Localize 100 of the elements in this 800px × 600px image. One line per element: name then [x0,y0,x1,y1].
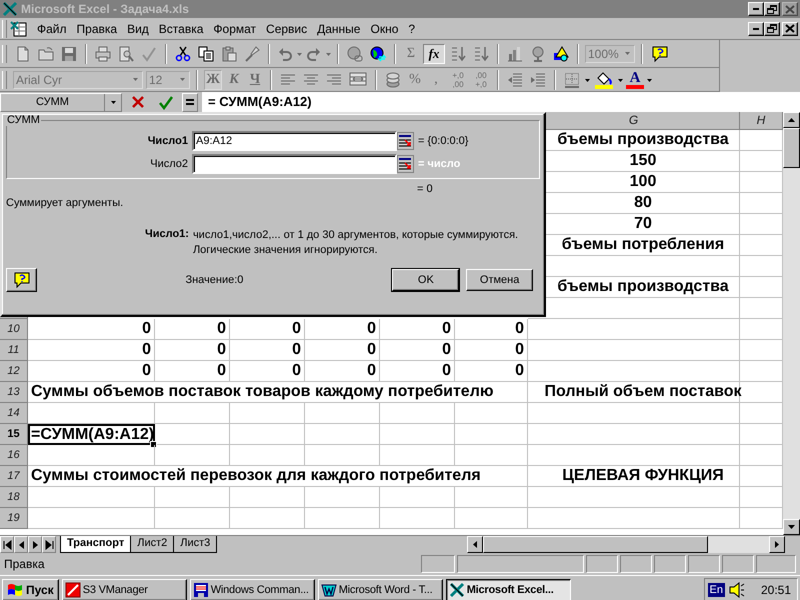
argument-field[interactable]: A9:A12 [192,131,397,151]
ok-button[interactable]: OK [392,269,460,291]
row-header[interactable]: 13 [0,382,28,403]
sheet-nav-button[interactable] [28,536,42,553]
restore-icon [766,4,778,14]
scroll-up-button[interactable] [783,112,800,128]
scroll-thumb[interactable] [783,128,800,168]
table-cell: 0 [28,340,155,361]
menu-item[interactable]: Файл [32,22,72,36]
status-panel [586,555,618,573]
table-cell: 0 [455,319,528,340]
formula-field[interactable]: = СУММ(A9:A12) [202,92,800,112]
close-icon [784,4,796,14]
fill-color-icon[interactable] [595,70,613,88]
caret-icon [180,78,185,81]
collapse-dialog-icon[interactable] [397,132,414,150]
scroll-down-button[interactable] [783,519,800,535]
scroll-thumb[interactable] [483,536,708,553]
horizontal-scrollbar[interactable] [467,536,785,553]
table-cell: 0 [155,319,230,340]
status-panel [756,555,796,573]
document-icon [320,582,337,598]
sheet-tab[interactable]: Лист2 [130,536,174,553]
edit-formula-button[interactable] [182,92,198,112]
status-text: Правка [4,557,45,571]
language-indicator[interactable]: En [708,582,725,596]
taskbar-button[interactable]: Microsoft Excel... [446,578,571,600]
argument-help-label: Число1: [145,228,189,242]
sheet-tab[interactable]: Лист3 [173,536,218,553]
menu-item[interactable]: Вставка [154,22,208,36]
menu-item[interactable]: Вид [122,22,154,36]
row-header[interactable]: 15 [0,424,28,445]
menu-item[interactable]: ? [403,22,420,36]
menu-item[interactable]: Формат [208,22,262,36]
taskbar-button[interactable]: S3 VManager [62,578,187,600]
function-name: СУММ [6,114,41,126]
collapse-dialog-icon[interactable] [397,155,414,173]
row-header[interactable]: 11 [0,340,28,361]
equals-icon [186,99,194,105]
cancel-button[interactable]: Отмена [466,269,534,291]
minimize-button[interactable] [748,2,764,16]
table-cell: Суммы стоимостей перевозок для каждого потребителя [28,466,528,487]
help-icon[interactable] [651,44,669,62]
vertical-scrollbar[interactable] [783,112,800,535]
scissors-icon[interactable] [175,46,191,62]
argument-field[interactable] [192,154,397,174]
up-arrow-icon [788,118,795,122]
down-arrow-icon [788,525,795,529]
speaker-icon[interactable] [728,582,745,598]
spreadsheet-icon[interactable] [10,20,28,36]
slash-square-icon [64,582,81,598]
combo-value: 12 [149,72,162,86]
function-description: Суммирует аргументы. [6,197,124,211]
row-header[interactable]: 14 [0,403,28,424]
row-header[interactable]: 18 [0,487,28,508]
minimize-icon [753,8,759,10]
table-cell: 0 [380,319,455,340]
menu-item[interactable]: Правка [72,22,122,36]
row-header[interactable]: 17 [0,466,28,487]
table-cell: 0 [380,361,455,382]
help-button[interactable] [6,268,38,292]
sheet-nav-button[interactable] [14,536,28,553]
close-button[interactable] [782,22,798,36]
table-cell: ЦЕЛЕВАЯ ФУНКЦИЯ [528,466,740,487]
combo-value: Arial Cyr [16,72,62,86]
row-header[interactable]: 12 [0,361,28,382]
row-header[interactable]: 19 [0,508,28,529]
toolbar-button[interactable]: fx [423,44,445,64]
table-cell: 0 [155,340,230,361]
menu-item[interactable]: Сервис [261,22,312,36]
menu-item[interactable]: Окно [365,22,404,36]
start-button[interactable]: Пуск [2,578,59,600]
column-header[interactable]: H [740,112,783,130]
taskbar-button[interactable]: Windows Comman... [190,578,315,600]
restore-button[interactable] [764,22,780,36]
restore-button[interactable] [764,2,780,16]
minimize-icon [753,28,759,30]
cancel-icon[interactable] [130,94,146,110]
row-header[interactable]: 16 [0,445,28,466]
sheet-tab[interactable]: Транспорт [60,536,132,553]
shapes-icon[interactable] [553,46,569,62]
table-cell: 0 [455,340,528,361]
caret-icon [133,78,138,81]
table-cell: 0 [455,361,528,382]
copy-icon[interactable] [198,46,214,62]
scroll-left-button[interactable] [467,536,483,553]
minimize-button[interactable] [748,22,764,36]
sheet-nav-button[interactable] [42,536,56,553]
status-panel [421,555,455,573]
sheet-nav-button[interactable] [0,536,14,553]
taskbar-button[interactable]: Microsoft Word - T... [318,578,443,600]
fill-handle[interactable] [150,441,157,448]
argument-result: = число [418,158,460,170]
globe-icon[interactable] [370,46,386,62]
status-panel [620,555,652,573]
status-panel [654,555,686,573]
row-header[interactable]: 10 [0,319,28,340]
enter-icon[interactable] [158,94,174,110]
scroll-right-button[interactable] [769,536,785,553]
menu-item[interactable]: Данные [312,22,366,36]
